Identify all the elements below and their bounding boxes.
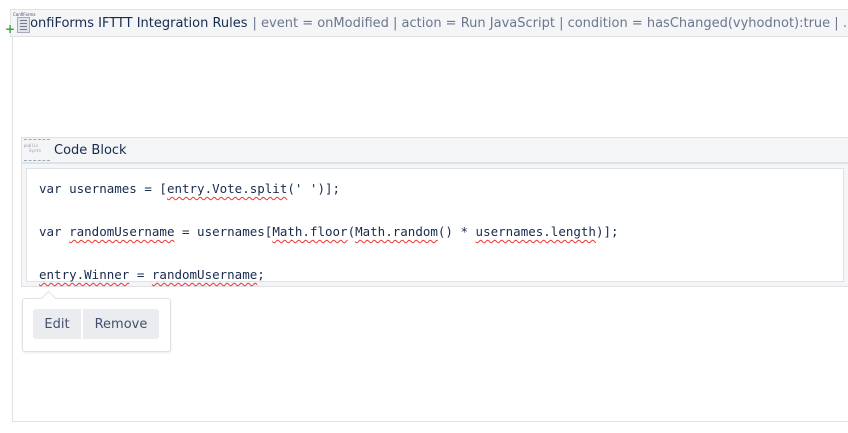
code-token: var	[39, 224, 70, 239]
code-token: = usernames[	[174, 224, 273, 239]
macro-title: ConfiForms IFTTT Integration Rules	[21, 15, 248, 31]
misspelled-token: Math.random	[355, 224, 438, 239]
code-line: var randomUsername = usernames[Math.floo…	[39, 223, 843, 246]
macro-header[interactable]: ConfiForms + ConfiForms IFTTT Integration…	[5, 9, 848, 37]
misspelled-token: randomUsername	[151, 267, 258, 282]
code-line: entry.Winner = randomUsername;	[39, 266, 843, 289]
code-token: ;	[257, 267, 265, 282]
code-block-header[interactable]: public Syste Code Block	[21, 137, 848, 163]
code-token: (' ')];	[287, 181, 341, 196]
macro-action-popup: Edit Remove	[22, 298, 171, 352]
code-token: (	[347, 224, 356, 239]
edit-button[interactable]: Edit	[33, 309, 81, 339]
code-block-title: Code Block	[54, 142, 127, 158]
misspelled-token: randomUsername	[69, 224, 175, 239]
misspelled-token: entry.Winner	[39, 267, 130, 282]
code-block[interactable]: var usernames = [entry.Vote.split(' ')];…	[21, 163, 848, 287]
code-line: var usernames = [entry.Vote.split(' ')];	[39, 180, 843, 203]
code-block-icon: public Syste	[24, 139, 50, 161]
macro-params: | event = onModified | action = Run Java…	[252, 15, 848, 31]
misspelled-token: entry.Vote.split	[166, 181, 288, 196]
code-token: =	[129, 267, 152, 282]
code-content[interactable]: var usernames = [entry.Vote.split(' ')];…	[26, 168, 844, 282]
code-token: () *	[437, 224, 476, 239]
code-token: )];	[595, 224, 619, 239]
remove-button[interactable]: Remove	[83, 309, 159, 339]
misspelled-token: Math.floor	[272, 224, 348, 239]
code-token: var usernames = [	[39, 181, 167, 196]
misspelled-token: usernames.length	[475, 224, 596, 239]
